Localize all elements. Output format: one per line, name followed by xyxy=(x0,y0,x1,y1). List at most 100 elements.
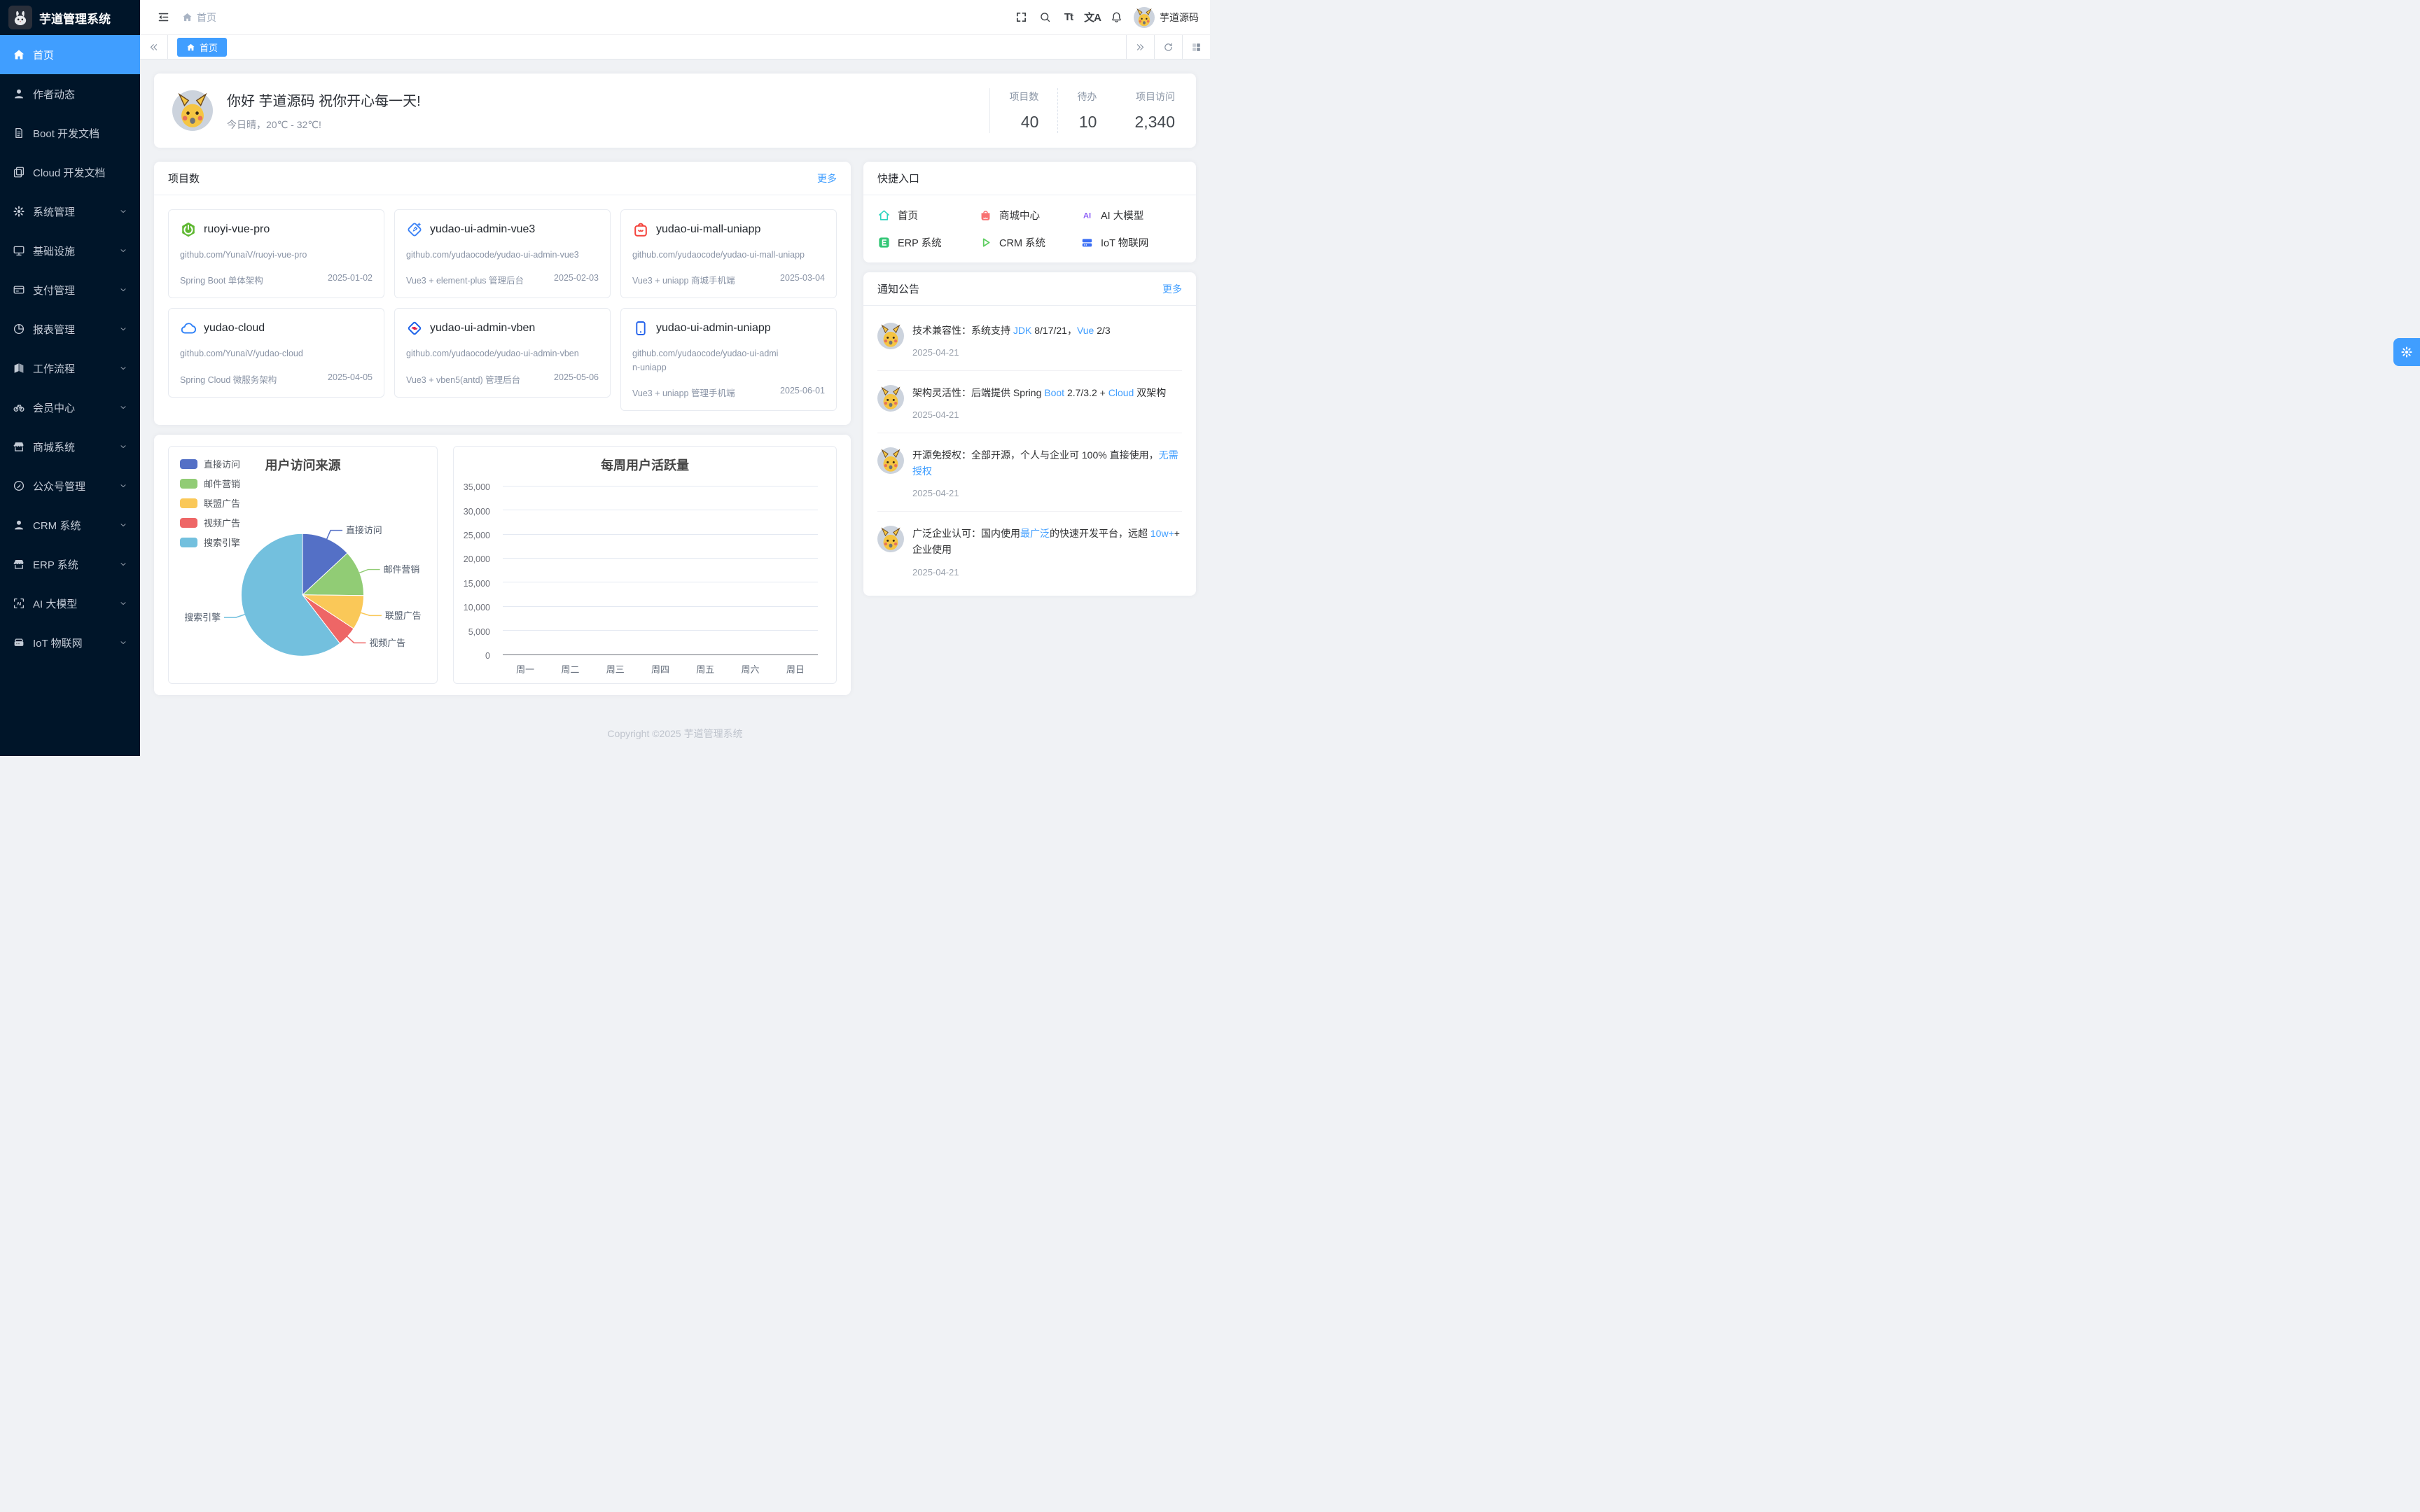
project-card[interactable]: ruoyi-vue-pro github.com/YunaiV/ruoyi-vu… xyxy=(168,209,384,298)
project-icon xyxy=(632,221,649,238)
sidebar-item[interactable]: Boot 开发文档 xyxy=(0,113,140,153)
quick-entry-item[interactable]: 首页 xyxy=(877,208,979,223)
sidebar-item[interactable]: 作者动态 xyxy=(0,74,140,113)
legend-item[interactable]: 邮件营销 xyxy=(180,477,240,490)
bar-chart-plot xyxy=(503,486,818,655)
sidebar-item-icon xyxy=(13,362,25,374)
quick-entry-item[interactable]: CRM 系统 xyxy=(979,235,1080,250)
project-card[interactable]: yudao-ui-admin-uniapp github.com/yudaoco… xyxy=(620,308,837,411)
quick-entry-item[interactable]: ERP 系统 xyxy=(877,235,979,250)
notice-item[interactable]: 架构灵活性：后端提供 Spring Boot 2.7/3.2 + Cloud 双… xyxy=(877,371,1182,433)
chevron-down-icon xyxy=(119,521,127,529)
quick-entry-label: ERP 系统 xyxy=(898,235,942,250)
project-name: yudao-ui-admin-uniapp xyxy=(656,322,771,335)
project-icon xyxy=(632,320,649,337)
project-name: yudao-ui-admin-vue3 xyxy=(430,223,535,236)
legend-swatch xyxy=(180,498,197,508)
tabs-scroll-left-button[interactable] xyxy=(140,35,168,59)
pie-chart-card: 用户访问来源 直接访问 xyxy=(168,446,438,684)
stat-value: 40 xyxy=(1009,113,1038,132)
project-card[interactable]: yudao-ui-mall-uniapp github.com/yudaocod… xyxy=(620,209,837,298)
search-button[interactable] xyxy=(1033,6,1057,29)
notification-bell-button[interactable] xyxy=(1104,6,1128,29)
legend-item[interactable]: 直接访问 xyxy=(180,457,240,470)
sidebar-item[interactable]: 商城系统 xyxy=(0,427,140,466)
sidebar-item[interactable]: 公众号管理 xyxy=(0,466,140,505)
sidebar-item[interactable]: 系统管理 xyxy=(0,192,140,231)
font-size-button[interactable]: Tt xyxy=(1057,6,1080,29)
sidebar-item-label: ERP 系统 xyxy=(33,557,111,572)
project-date: 2025-03-04 xyxy=(780,273,825,286)
quick-entry-item[interactable]: AI 大模型 xyxy=(1080,208,1182,223)
sidebar-item[interactable]: IoT 物联网 xyxy=(0,623,140,662)
legend-label: 联盟广告 xyxy=(204,496,240,510)
quick-entry-item[interactable]: 商城中心 xyxy=(979,208,1080,223)
tabs-menu-button[interactable] xyxy=(1182,35,1210,59)
project-card[interactable]: yudao-cloud github.com/YunaiV/yudao-clou… xyxy=(168,308,384,397)
user-avatar[interactable] xyxy=(1134,7,1155,28)
language-button[interactable]: 文A xyxy=(1080,6,1104,29)
project-card-footer: Vue3 + uniapp 管理手机端 2025-06-01 xyxy=(632,386,825,399)
tabs-scroll-right-button[interactable] xyxy=(1126,35,1154,59)
quick-entry-title: 快捷入口 xyxy=(877,171,919,186)
welcome-text: 你好 芋道源码 祝你开心每一天! 今日晴，20℃ - 32℃! xyxy=(227,90,421,132)
tabs-refresh-button[interactable] xyxy=(1154,35,1182,59)
quick-entry-item[interactable]: IoT 物联网 xyxy=(1080,235,1182,250)
project-card[interactable]: yudao-ui-admin-vben github.com/yudaocode… xyxy=(394,308,611,397)
sidebar-item[interactable]: 工作流程 xyxy=(0,349,140,388)
sidebar-item-icon xyxy=(13,166,25,178)
projects-panel: 项目数 更多 ruoyi-vue-pro xyxy=(154,162,851,425)
breadcrumb-home-icon xyxy=(182,12,193,22)
svg-text:邮件营销: 邮件营销 xyxy=(384,564,420,575)
notice-more-link[interactable]: 更多 xyxy=(1162,282,1182,296)
project-desc: Spring Cloud 微服务架构 xyxy=(180,372,277,386)
notice-body: 广泛企业认可：国内使用最广泛的快速开发平台，远超 10w++ 企业使用 2025… xyxy=(912,526,1182,577)
menu-fold-button[interactable] xyxy=(151,6,175,29)
legend-item[interactable]: 搜索引擎 xyxy=(180,536,240,549)
sidebar-item-label: 商城系统 xyxy=(33,440,111,454)
sidebar-item[interactable]: 首页 xyxy=(0,35,140,74)
gear-icon xyxy=(2400,346,2413,358)
theme-settings-button[interactable] xyxy=(2393,338,2420,366)
sidebar-item[interactable]: 会员中心 xyxy=(0,388,140,427)
double-chevron-left-icon xyxy=(148,42,159,52)
project-date: 2025-01-02 xyxy=(328,273,373,286)
chevron-down-icon xyxy=(119,599,127,608)
sidebar-item[interactable]: 报表管理 xyxy=(0,309,140,349)
sidebar-item-label: 支付管理 xyxy=(33,283,111,298)
projects-more-link[interactable]: 更多 xyxy=(817,172,837,186)
pie-chart-legend: 直接访问 邮件营销 xyxy=(180,457,240,549)
notice-item[interactable]: 广泛企业认可：国内使用最广泛的快速开发平台，远超 10w++ 企业使用 2025… xyxy=(877,512,1182,589)
sidebar-item[interactable]: Cloud 开发文档 xyxy=(0,153,140,192)
legend-item[interactable]: 联盟广告 xyxy=(180,496,240,510)
project-card[interactable]: yudao-ui-admin-vue3 github.com/yudaocode… xyxy=(394,209,611,298)
sidebar-item[interactable]: 支付管理 xyxy=(0,270,140,309)
notice-item[interactable]: 技术兼容性：系统支持 JDK 8/17/21，Vue 2/3 2025-04-2… xyxy=(877,309,1182,371)
project-desc: Vue3 + element-plus 管理后台 xyxy=(406,273,524,286)
sidebar-item[interactable]: 基础设施 xyxy=(0,231,140,270)
chevron-down-icon xyxy=(119,325,127,333)
project-card-footer: Spring Boot 单体架构 2025-01-02 xyxy=(180,273,373,286)
notice-item[interactable]: 开源免授权：全部开源，个人与企业可 100% 直接使用，无需授权 2025-04… xyxy=(877,433,1182,512)
notice-title: 技术兼容性：系统支持 JDK 8/17/21，Vue 2/3 xyxy=(912,323,1182,339)
tab-home-icon xyxy=(186,43,195,52)
sidebar: 芋道管理系统 首页 作者动态 Boot 开发文档 xyxy=(0,0,140,756)
legend-item[interactable]: 视频广告 xyxy=(180,516,240,529)
quick-entry-icon xyxy=(979,209,992,222)
legend-swatch xyxy=(180,518,197,528)
sidebar-item[interactable]: AI 大模型 xyxy=(0,584,140,623)
project-date: 2025-04-05 xyxy=(328,372,373,386)
sidebar-item[interactable]: ERP 系统 xyxy=(0,545,140,584)
project-icon xyxy=(406,320,423,337)
tab-home[interactable]: 首页 xyxy=(177,38,227,57)
app-logo[interactable]: 芋道管理系统 xyxy=(0,0,140,35)
fullscreen-button[interactable] xyxy=(1009,6,1033,29)
username[interactable]: 芋道源码 xyxy=(1160,10,1199,24)
sidebar-item-label: CRM 系统 xyxy=(33,518,111,533)
notice-body: 架构灵活性：后端提供 Spring Boot 2.7/3.2 + Cloud 双… xyxy=(912,385,1182,420)
chevron-down-icon xyxy=(119,207,127,216)
project-card-header: yudao-ui-mall-uniapp xyxy=(632,221,825,238)
sidebar-item[interactable]: CRM 系统 xyxy=(0,505,140,545)
breadcrumb[interactable]: 首页 xyxy=(182,10,216,24)
sidebar-item-label: 工作流程 xyxy=(33,361,111,376)
